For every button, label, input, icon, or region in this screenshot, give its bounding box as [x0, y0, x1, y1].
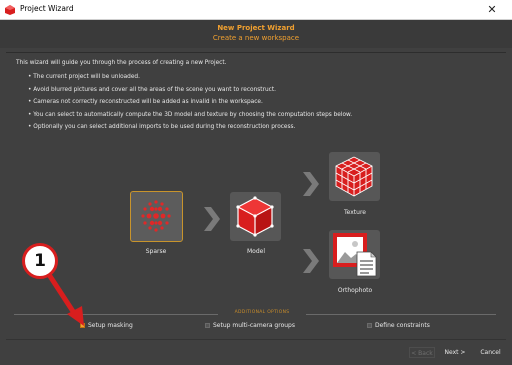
orthophoto-icon — [333, 233, 377, 277]
setup-multi-camera-groups-checkbox[interactable]: Setup multi-camera groups — [205, 322, 315, 330]
step-texture-button[interactable] — [329, 152, 380, 201]
instruction-list: • The current project will be unloaded. … — [28, 73, 352, 136]
step-orthophoto-button[interactable] — [329, 230, 380, 279]
footer-divider — [6, 339, 506, 340]
chevron-right-icon — [204, 207, 220, 231]
cube-mesh-icon — [236, 196, 274, 237]
wizard-subtitle: Create a new workspace — [212, 34, 300, 42]
define-constraints-checkbox[interactable]: Define constraints — [367, 322, 447, 330]
additional-options-divider — [306, 314, 496, 315]
step-sparse-button[interactable] — [130, 191, 183, 242]
step-texture-label: Texture — [344, 209, 366, 216]
callout-number: 1 — [34, 251, 46, 271]
sparse-points-icon — [141, 200, 171, 232]
intro-text: This wizard will guide you through the p… — [16, 60, 227, 66]
wizard-title: New Project Wizard — [217, 24, 295, 32]
close-window-button[interactable]: ✕ — [478, 0, 506, 20]
chevron-right-icon — [303, 172, 319, 196]
additional-options-title: ADDITIONAL OPTIONS — [234, 310, 290, 315]
back-button[interactable]: < Back — [409, 347, 435, 358]
checkbox-unchecked-icon — [205, 323, 210, 328]
instruction-item: • Avoid blurred pictures and cover all t… — [28, 86, 276, 93]
define-constraints-label: Define constraints — [375, 322, 430, 329]
instruction-item: • Cameras not correctly reconstructed wi… — [28, 99, 263, 105]
step-model-label: Model — [246, 248, 265, 255]
window-titlebar: Project Wizard ✕ — [0, 0, 512, 20]
callout-badge: 1 — [22, 243, 58, 279]
cancel-button[interactable]: Cancel — [477, 347, 504, 358]
instruction-item: • You can select to automatically comput… — [28, 111, 353, 118]
setup-masking-checkbox[interactable]: Setup masking — [80, 322, 150, 330]
step-orthophoto-label: Orthophoto — [337, 287, 373, 294]
checkbox-unchecked-icon — [367, 323, 372, 328]
window-title: Project Wizard — [20, 4, 74, 13]
textured-cube-icon — [335, 156, 373, 197]
chevron-right-icon — [303, 249, 319, 273]
header-divider — [6, 52, 506, 53]
instruction-item: • The current project will be unloaded. — [28, 74, 140, 80]
instruction-item: • Optionally you can select additional i… — [28, 124, 296, 130]
wizard-header: New Project Wizard Create a new workspac… — [0, 20, 512, 48]
setup-multi-camera-groups-label: Setup multi-camera groups — [213, 322, 295, 329]
app-logo-icon — [5, 5, 15, 15]
next-button[interactable]: Next > — [441, 347, 469, 358]
setup-masking-label: Setup masking — [88, 322, 133, 329]
step-model-button[interactable] — [230, 192, 281, 241]
step-sparse-label: Sparse — [145, 248, 167, 255]
